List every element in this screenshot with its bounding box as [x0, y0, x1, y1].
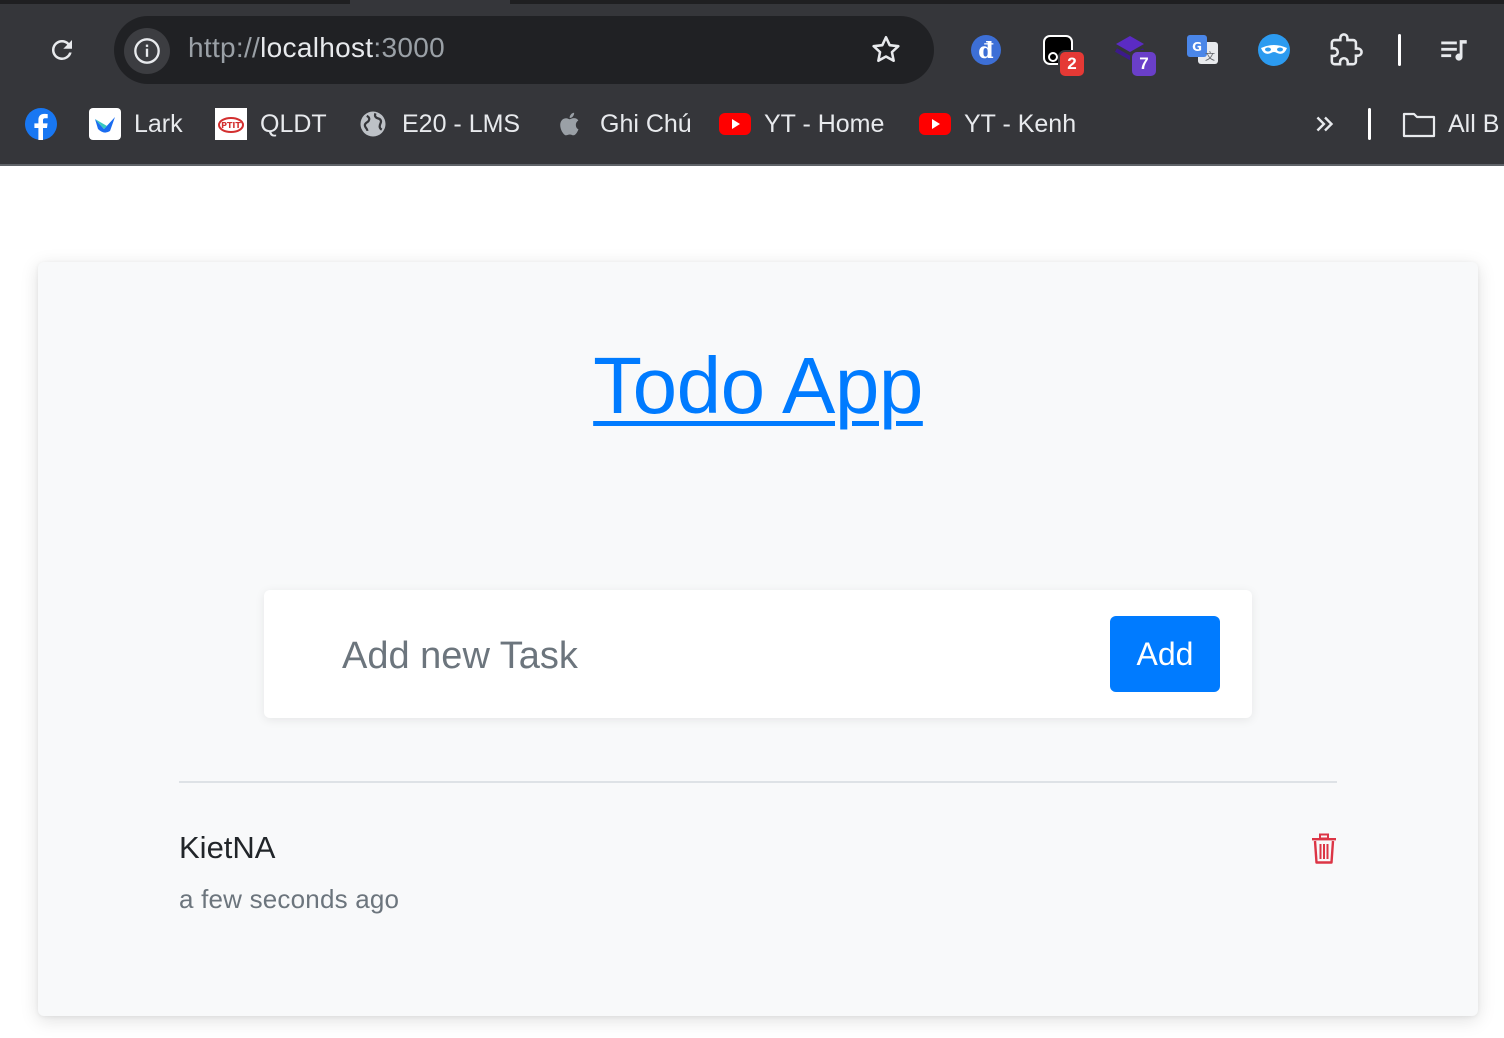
youtube-icon	[718, 107, 752, 141]
toolbar-divider	[1398, 34, 1401, 66]
bookmark-qldt[interactable]: PTIT QLDT	[214, 104, 327, 144]
extension-google-translate[interactable]: G 文	[1180, 28, 1224, 72]
all-bookmarks-label: All B	[1448, 109, 1500, 138]
media-queue-icon	[1441, 40, 1467, 61]
divider	[179, 781, 1337, 783]
google-translate-icon: G 文	[1187, 35, 1218, 64]
reload-icon	[51, 39, 72, 60]
bookmarks-divider	[1368, 108, 1371, 140]
info-icon	[134, 38, 160, 64]
bookmark-lark[interactable]: Lark	[88, 104, 183, 144]
bookmark-label: QLDT	[260, 109, 327, 138]
bookmark-facebook[interactable]	[24, 104, 70, 144]
bookmark-label: E20 - LMS	[402, 109, 521, 138]
toolbar-border	[0, 164, 1504, 166]
extension-stack[interactable]: 7	[1108, 28, 1158, 78]
bookmark-ghi-chu[interactable]: Ghi Chú	[554, 104, 692, 144]
extension-screenshot[interactable]: 2	[1036, 28, 1086, 78]
url-port: :3000	[373, 32, 445, 63]
bookmark-yt-home[interactable]: YT - Home	[718, 104, 884, 144]
bookmark-yt-kenh[interactable]: YT - Kenh	[918, 104, 1076, 144]
folder-icon	[1402, 107, 1436, 141]
star-icon	[872, 35, 900, 63]
page-title-link[interactable]: Todo App	[0, 340, 1504, 432]
tab-strip-edge	[0, 0, 1504, 4]
svg-text:PTIT: PTIT	[221, 121, 241, 130]
delete-task-button[interactable]	[1308, 832, 1340, 866]
facebook-icon	[24, 107, 58, 141]
apple-icon	[554, 107, 588, 141]
bookmark-e20-lms[interactable]: E20 - LMS	[356, 104, 520, 144]
extension-mask[interactable]	[1252, 28, 1296, 72]
bookmark-label: Lark	[134, 109, 183, 138]
bookmark-label: YT - Home	[764, 109, 885, 138]
new-task-input[interactable]	[342, 626, 1082, 686]
url-text[interactable]: http://localhost:3000	[188, 32, 445, 64]
extensions-menu-button[interactable]	[1324, 28, 1368, 72]
active-tab-edge	[350, 0, 510, 4]
bookmark-label: Ghi Chú	[600, 109, 692, 138]
media-queue-button[interactable]	[1432, 28, 1476, 72]
reload-button[interactable]	[40, 28, 84, 72]
ptit-icon: PTIT	[214, 107, 248, 141]
lark-icon	[88, 107, 122, 141]
svg-text:文: 文	[1205, 50, 1215, 63]
mask-ext-icon	[1258, 34, 1290, 66]
dong-icon: đ	[971, 35, 1001, 65]
youtube-icon	[918, 107, 952, 141]
double-chevron-right-icon	[1308, 107, 1342, 141]
bookmarks-overflow-button[interactable]	[1308, 104, 1342, 144]
svg-text:G: G	[1192, 40, 1202, 54]
task-timestamp: a few seconds ago	[179, 884, 400, 914]
puzzle-icon	[1330, 33, 1363, 66]
globe-icon	[356, 107, 390, 141]
bookmark-label: YT - Kenh	[964, 109, 1077, 138]
svg-text:đ: đ	[978, 38, 994, 64]
trash-icon	[1312, 833, 1336, 864]
url-scheme: http://	[188, 32, 261, 63]
bookmark-star-button[interactable]	[866, 30, 906, 70]
add-task-button[interactable]: Add	[1110, 616, 1220, 692]
extension-badge: 7	[1130, 50, 1158, 78]
task-name: KietNA	[179, 830, 276, 865]
all-bookmarks-button[interactable]: All B	[1402, 104, 1499, 144]
url-host: localhost	[260, 32, 374, 63]
extension-dong[interactable]: đ	[964, 28, 1008, 72]
extension-badge: 2	[1058, 50, 1086, 78]
browser-toolbar: http://localhost:3000 đ 2 7 G 文 Lark PTI…	[0, 0, 1504, 166]
site-info-button[interactable]	[124, 28, 170, 74]
